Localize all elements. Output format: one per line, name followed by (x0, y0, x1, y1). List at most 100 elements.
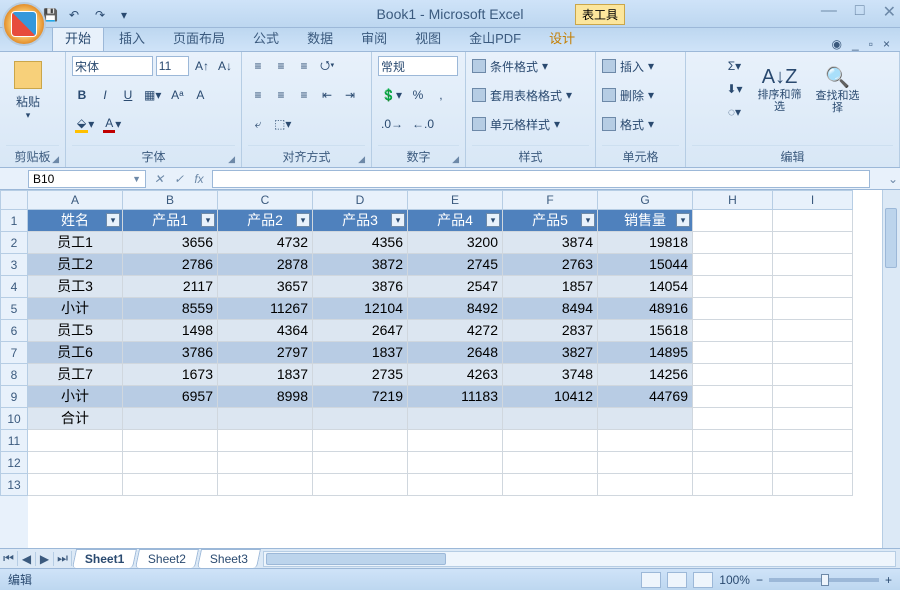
align-left-icon[interactable]: ≡ (248, 85, 268, 105)
cell[interactable]: 员工7 (28, 364, 123, 386)
cell[interactable]: 3874 (503, 232, 598, 254)
cell[interactable]: 2735 (313, 364, 408, 386)
cell[interactable] (313, 430, 408, 452)
column-header[interactable]: G (598, 190, 693, 210)
cell[interactable] (408, 452, 503, 474)
cell[interactable]: 合计 (28, 408, 123, 430)
cell[interactable]: 1837 (313, 342, 408, 364)
autosum-icon[interactable]: Σ▾ (723, 56, 745, 76)
zoom-level[interactable]: 100% (719, 573, 750, 587)
cell[interactable]: 8494 (503, 298, 598, 320)
orientation-icon[interactable]: ⭯▾ (317, 56, 338, 76)
zoom-slider[interactable] (769, 578, 879, 582)
cell[interactable]: 14054 (598, 276, 693, 298)
cell[interactable] (773, 430, 853, 452)
conditional-format-button[interactable]: 条件格式 ▾ (472, 56, 589, 76)
cell-styles-button[interactable]: 单元格样式 ▾ (472, 114, 589, 134)
cell[interactable]: 1837 (218, 364, 313, 386)
font-size-combo[interactable] (156, 56, 189, 76)
cell[interactable] (693, 298, 773, 320)
cell[interactable] (693, 210, 773, 232)
cell[interactable] (313, 474, 408, 496)
sheet-nav-last[interactable]: ⏭ (54, 551, 72, 566)
cell[interactable]: 4364 (218, 320, 313, 342)
sheet-nav-next[interactable]: ▶ (36, 552, 54, 566)
align-center-icon[interactable]: ≡ (271, 85, 291, 105)
column-header[interactable]: D (313, 190, 408, 210)
align-middle-icon[interactable]: ≡ (271, 56, 291, 76)
indent-decrease-icon[interactable]: ⇤ (317, 85, 337, 105)
cell[interactable] (598, 430, 693, 452)
cell[interactable]: 44769 (598, 386, 693, 408)
row-header[interactable]: 9 (0, 386, 28, 408)
cell[interactable] (773, 364, 853, 386)
find-select-button[interactable]: 🔍 查找和选择 (814, 59, 862, 119)
number-format-combo[interactable] (378, 56, 458, 76)
cell[interactable]: 14895 (598, 342, 693, 364)
cell[interactable]: 产品5▾ (503, 210, 598, 232)
cell[interactable] (123, 408, 218, 430)
row-header[interactable]: 1 (0, 210, 28, 232)
qat-redo-icon[interactable]: ↷ (92, 7, 112, 21)
row-header[interactable]: 8 (0, 364, 28, 386)
cell[interactable]: 2547 (408, 276, 503, 298)
column-header[interactable]: E (408, 190, 503, 210)
shrink-font-icon[interactable]: A↓ (215, 56, 235, 76)
cell[interactable] (773, 210, 853, 232)
percent-icon[interactable]: % (408, 85, 428, 105)
zoom-knob[interactable] (821, 574, 829, 586)
filter-button[interactable]: ▾ (106, 213, 120, 227)
format-as-table-button[interactable]: 套用表格格式 ▾ (472, 85, 589, 105)
cell[interactable]: 48916 (598, 298, 693, 320)
column-header[interactable]: A (28, 190, 123, 210)
cell[interactable]: 员工1 (28, 232, 123, 254)
cell[interactable] (693, 474, 773, 496)
cell[interactable]: 14256 (598, 364, 693, 386)
cell[interactable] (773, 474, 853, 496)
format-cells-button[interactable]: 格式 ▾ (602, 114, 679, 134)
cell[interactable] (693, 364, 773, 386)
cell[interactable] (408, 408, 503, 430)
cell[interactable]: 8559 (123, 298, 218, 320)
cell[interactable]: 6957 (123, 386, 218, 408)
cell[interactable]: 1498 (123, 320, 218, 342)
row-header[interactable]: 5 (0, 298, 28, 320)
row-header[interactable]: 12 (0, 452, 28, 474)
cancel-formula-icon[interactable]: ✕ (150, 170, 168, 188)
italic-button[interactable]: I (95, 85, 115, 105)
cell[interactable]: 8998 (218, 386, 313, 408)
align-right-icon[interactable]: ≡ (294, 85, 314, 105)
cell[interactable]: 员工3 (28, 276, 123, 298)
office-button[interactable] (2, 2, 46, 46)
cell[interactable]: 8492 (408, 298, 503, 320)
hscroll-thumb[interactable] (266, 553, 446, 565)
cell[interactable]: 2763 (503, 254, 598, 276)
enter-formula-icon[interactable]: ✓ (170, 170, 188, 188)
column-header[interactable]: I (773, 190, 853, 210)
sort-filter-button[interactable]: A↓Z 排序和筛选 (756, 59, 804, 119)
column-header[interactable]: H (693, 190, 773, 210)
close-button[interactable]: ✕ (883, 2, 896, 22)
ribbon-options-icon[interactable]: ▫ (869, 37, 873, 51)
cell[interactable]: 2797 (218, 342, 313, 364)
decrease-decimal-icon[interactable]: ←.0 (409, 114, 437, 134)
cell[interactable]: 15618 (598, 320, 693, 342)
cell[interactable] (773, 408, 853, 430)
cell[interactable]: 产品1▾ (123, 210, 218, 232)
cell[interactable]: 产品4▾ (408, 210, 503, 232)
cell[interactable]: 2648 (408, 342, 503, 364)
qat-customize-icon[interactable]: ▾ (118, 7, 138, 21)
cell[interactable]: 12104 (313, 298, 408, 320)
cell[interactable] (693, 452, 773, 474)
border-button[interactable]: ▦▾ (141, 85, 164, 105)
phonetic-icon[interactable]: A (190, 85, 210, 105)
cell[interactable] (598, 474, 693, 496)
clipboard-launcher-icon[interactable]: ◢ (52, 154, 59, 165)
cell[interactable]: 3200 (408, 232, 503, 254)
vertical-scrollbar[interactable] (882, 190, 900, 548)
cell[interactable]: 产品2▾ (218, 210, 313, 232)
cell[interactable]: 3872 (313, 254, 408, 276)
cell[interactable]: 10412 (503, 386, 598, 408)
filter-button[interactable]: ▾ (201, 213, 215, 227)
alignment-launcher-icon[interactable]: ◢ (358, 154, 365, 165)
